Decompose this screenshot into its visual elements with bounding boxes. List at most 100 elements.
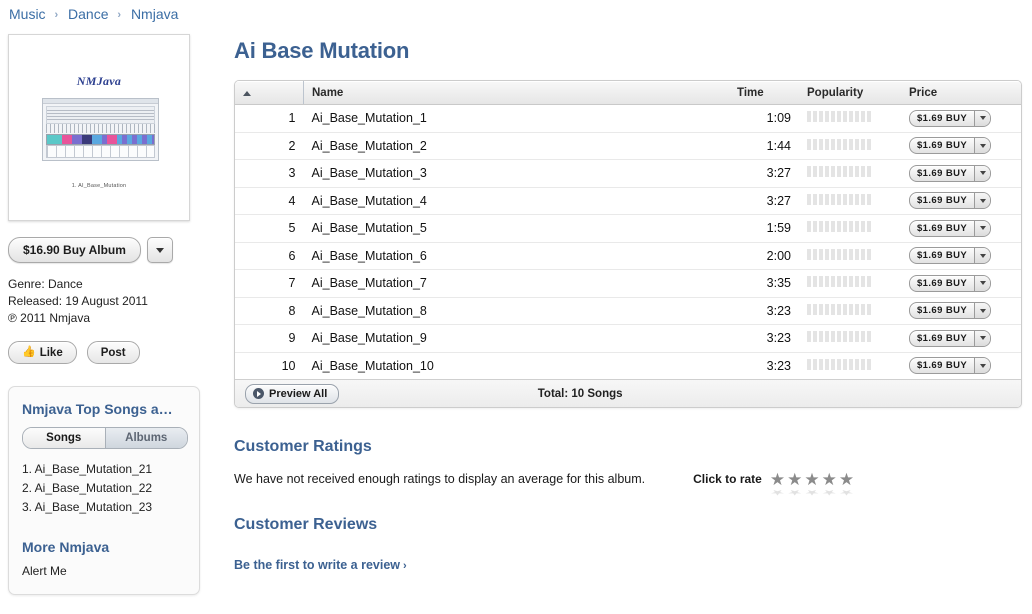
track-name[interactable]: Ai_Base_Mutation_10	[304, 352, 730, 379]
click-to-rate-label: Click to rate	[693, 472, 762, 486]
alert-me-link[interactable]: Alert Me	[22, 564, 186, 578]
track-time: 3:27	[729, 160, 799, 188]
chevron-down-icon	[980, 336, 986, 340]
column-header-name[interactable]: Name	[304, 81, 730, 105]
top-songs-list: 1. Ai_Base_Mutation_21 2. Ai_Base_Mutati…	[22, 460, 186, 517]
buy-track-dropdown[interactable]	[974, 111, 990, 126]
buy-track-button[interactable]: $1.69 BUY	[909, 247, 991, 264]
breadcrumb-item-dance[interactable]: Dance	[68, 6, 108, 22]
buy-track-button[interactable]: $1.69 BUY	[909, 220, 991, 237]
social-buttons: 👍 Like Post	[8, 341, 202, 364]
buy-track-button[interactable]: $1.69 BUY	[909, 165, 991, 182]
track-name[interactable]: Ai_Base_Mutation_5	[304, 215, 730, 243]
rating-star[interactable]: ★	[787, 473, 802, 487]
buy-track-dropdown[interactable]	[974, 331, 990, 346]
buy-track-dropdown[interactable]	[974, 358, 990, 373]
toggle-songs[interactable]: Songs	[23, 428, 105, 448]
buy-album-dropdown-button[interactable]	[147, 237, 173, 263]
track-name[interactable]: Ai_Base_Mutation_2	[304, 132, 730, 160]
track-price-cell: $1.69 BUY	[901, 105, 1021, 133]
list-item[interactable]: 3. Ai_Base_Mutation_23	[22, 498, 186, 517]
chevron-down-icon	[980, 144, 986, 148]
table-row[interactable]: 9Ai_Base_Mutation_93:23$1.69 BUY	[235, 325, 1021, 353]
toggle-albums[interactable]: Albums	[105, 428, 188, 448]
top-songs-panel: Nmjava Top Songs a… Songs Albums 1. Ai_B…	[8, 386, 200, 595]
buy-track-button[interactable]: $1.69 BUY	[909, 192, 991, 209]
track-time: 3:23	[729, 325, 799, 353]
list-item[interactable]: 1. Ai_Base_Mutation_21	[22, 460, 186, 479]
track-time: 1:44	[729, 132, 799, 160]
column-header-price[interactable]: Price	[901, 81, 1021, 105]
buy-album-row: $16.90 Buy Album	[8, 237, 202, 263]
rating-star-reflections: ★★★★★	[770, 487, 854, 497]
buy-track-button[interactable]: $1.69 BUY	[909, 137, 991, 154]
track-popularity-meter	[799, 132, 901, 160]
like-button[interactable]: 👍 Like	[8, 341, 77, 364]
table-row[interactable]: 8Ai_Base_Mutation_83:23$1.69 BUY	[235, 297, 1021, 325]
buy-track-dropdown[interactable]	[974, 248, 990, 263]
album-artwork-inner: NMJava	[14, 40, 184, 215]
track-number: 2	[235, 132, 304, 160]
preview-all-button[interactable]: Preview All	[245, 384, 339, 404]
post-button[interactable]: Post	[87, 341, 140, 364]
track-name[interactable]: Ai_Base_Mutation_7	[304, 270, 730, 298]
track-name[interactable]: Ai_Base_Mutation_3	[304, 160, 730, 188]
rating-star[interactable]: ★	[804, 473, 819, 487]
album-artwork[interactable]: NMJava	[8, 34, 190, 221]
songs-albums-toggle[interactable]: Songs Albums	[22, 427, 188, 449]
buy-track-dropdown[interactable]	[974, 193, 990, 208]
chevron-down-icon	[980, 364, 986, 368]
list-item[interactable]: 2. Ai_Base_Mutation_22	[22, 479, 186, 498]
track-name[interactable]: Ai_Base_Mutation_1	[304, 105, 730, 133]
buy-track-button[interactable]: $1.69 BUY	[909, 357, 991, 374]
more-artist-title: More Nmjava	[22, 539, 186, 555]
buy-album-button[interactable]: $16.90 Buy Album	[8, 237, 141, 263]
write-review-link[interactable]: Be the first to write a review›	[234, 558, 407, 572]
table-row[interactable]: 6Ai_Base_Mutation_62:00$1.69 BUY	[235, 242, 1021, 270]
table-row[interactable]: 3Ai_Base_Mutation_33:27$1.69 BUY	[235, 160, 1021, 188]
post-button-label: Post	[101, 347, 126, 359]
buy-track-label: $1.69 BUY	[910, 193, 974, 208]
star-rating-widget[interactable]: ★★★★★★★★★★	[770, 473, 854, 487]
rating-star[interactable]: ★	[822, 473, 837, 487]
track-name[interactable]: Ai_Base_Mutation_4	[304, 187, 730, 215]
table-row[interactable]: 10Ai_Base_Mutation_103:23$1.69 BUY	[235, 352, 1021, 379]
column-header-number[interactable]	[235, 81, 304, 105]
track-name[interactable]: Ai_Base_Mutation_8	[304, 297, 730, 325]
buy-track-button[interactable]: $1.69 BUY	[909, 110, 991, 127]
table-row[interactable]: 1Ai_Base_Mutation_11:09$1.69 BUY	[235, 105, 1021, 133]
track-price-cell: $1.69 BUY	[901, 242, 1021, 270]
table-row[interactable]: 2Ai_Base_Mutation_21:44 $1.69 BUY	[235, 132, 1021, 160]
buy-track-dropdown[interactable]	[974, 221, 990, 236]
track-name[interactable]: Ai_Base_Mutation_6	[304, 242, 730, 270]
tracklist-total: Total: 10 Songs	[339, 388, 821, 400]
breadcrumb-item-nmjava[interactable]: Nmjava	[131, 6, 178, 22]
buy-track-button[interactable]: $1.69 BUY	[909, 330, 991, 347]
buy-track-dropdown[interactable]	[974, 138, 990, 153]
table-row[interactable]: 7Ai_Base_Mutation_73:35$1.69 BUY	[235, 270, 1021, 298]
buy-track-dropdown[interactable]	[974, 166, 990, 181]
table-row[interactable]: 5Ai_Base_Mutation_51:59$1.69 BUY	[235, 215, 1021, 243]
track-name[interactable]: Ai_Base_Mutation_9	[304, 325, 730, 353]
breadcrumb-item-music[interactable]: Music	[9, 6, 46, 22]
chevron-down-icon	[980, 226, 986, 230]
artwork-screenshot-image	[42, 98, 159, 161]
track-price-cell: $1.69 BUY	[901, 270, 1021, 298]
column-header-time[interactable]: Time	[729, 81, 799, 105]
rating-star[interactable]: ★	[770, 473, 785, 487]
column-header-popularity[interactable]: Popularity	[799, 81, 901, 105]
track-popularity-meter	[799, 297, 901, 325]
left-column: NMJava	[8, 34, 202, 595]
buy-track-dropdown[interactable]	[974, 276, 990, 291]
table-row[interactable]: 4Ai_Base_Mutation_43:27$1.69 BUY	[235, 187, 1021, 215]
tracklist-body: 1Ai_Base_Mutation_11:09$1.69 BUY2Ai_Base…	[235, 105, 1021, 380]
play-icon	[253, 388, 264, 399]
rating-star-reflection: ★	[804, 490, 819, 495]
track-popularity-meter	[799, 160, 901, 188]
track-number: 8	[235, 297, 304, 325]
rating-star[interactable]: ★	[839, 473, 854, 487]
buy-track-button[interactable]: $1.69 BUY	[909, 302, 991, 319]
buy-track-dropdown[interactable]	[974, 303, 990, 318]
buy-track-button[interactable]: $1.69 BUY	[909, 275, 991, 292]
track-popularity-meter	[799, 242, 901, 270]
